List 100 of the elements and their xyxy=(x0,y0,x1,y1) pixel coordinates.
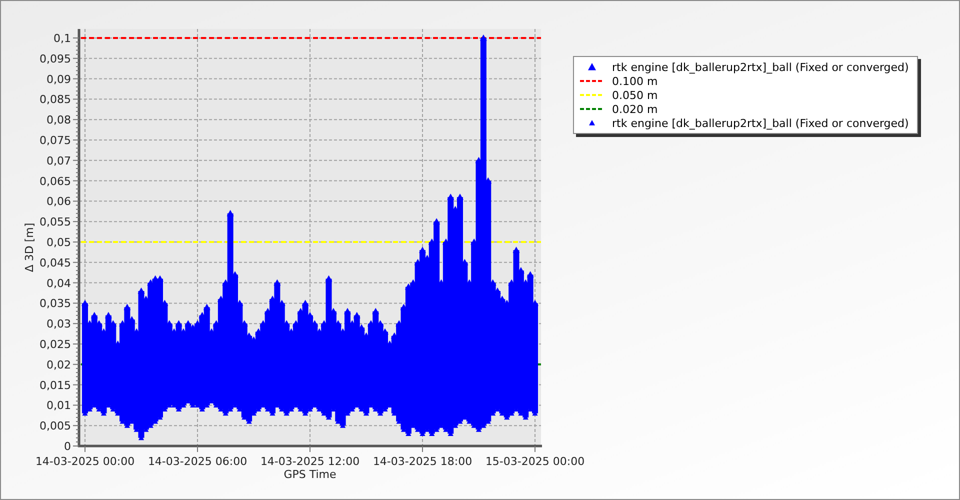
data-point xyxy=(382,328,388,335)
y-tick-label: 0,015 xyxy=(40,378,71,392)
data-point xyxy=(517,267,524,274)
x-tick-label: 14-03-2025 00:00 xyxy=(35,455,135,468)
data-point xyxy=(138,287,145,294)
data-point xyxy=(461,258,468,266)
data-point xyxy=(90,312,98,318)
x-tick-label: 14-03-2025 18:00 xyxy=(372,455,472,468)
y-axis-title: Δ 3D [m] xyxy=(23,222,36,272)
data-point xyxy=(325,275,332,282)
y-tick-label: 0,055 xyxy=(40,216,71,229)
data-point xyxy=(114,340,122,347)
data-point xyxy=(133,328,140,335)
data-point xyxy=(466,279,473,286)
data-point xyxy=(362,332,370,339)
data-point xyxy=(419,246,426,253)
data-point xyxy=(100,328,108,335)
data-point xyxy=(222,279,230,286)
data-point xyxy=(438,279,445,286)
data-point xyxy=(320,320,328,326)
data-point xyxy=(334,320,342,326)
legend-label: 0.050 m xyxy=(612,88,658,102)
x-tick-label: 14-03-2025 12:00 xyxy=(260,455,360,468)
data-point xyxy=(508,279,516,286)
y-tick-label: 0,04 xyxy=(46,276,71,290)
data-point xyxy=(134,426,140,432)
y-tick-label: 0 xyxy=(64,440,71,453)
data-point xyxy=(376,320,384,326)
y-tick-label: 0,06 xyxy=(46,195,71,208)
data-point xyxy=(110,320,117,326)
data-point xyxy=(480,34,487,41)
data-point xyxy=(433,218,440,224)
data-point xyxy=(180,328,187,335)
data-point xyxy=(475,156,482,164)
y-tick-label: 0,075 xyxy=(40,134,71,147)
y-tick-label: 0,1 xyxy=(54,32,71,45)
data-point xyxy=(138,435,144,440)
data-point xyxy=(212,320,220,326)
data-point xyxy=(522,279,530,286)
data-point xyxy=(526,271,534,278)
data-point xyxy=(353,312,360,318)
data-point xyxy=(260,320,267,326)
data-point xyxy=(161,300,168,306)
y-tick-label: 0,09 xyxy=(46,72,71,86)
data-point xyxy=(86,320,94,326)
data-point xyxy=(208,328,216,335)
data-point xyxy=(264,308,272,314)
y-tick-label: 0,065 xyxy=(40,174,71,188)
data-point xyxy=(344,308,351,314)
data-point xyxy=(358,324,366,330)
data-point xyxy=(442,238,450,245)
data-point xyxy=(396,320,403,326)
data-point xyxy=(372,308,380,314)
legend-label: rtk engine [dk_ballerup2rtx]_ball (Fixed or converged) xyxy=(612,60,909,74)
x-tick-label: 15-03-2025 00:00 xyxy=(485,455,585,468)
data-point xyxy=(297,308,304,314)
y-tick-label: 0,02 xyxy=(46,358,71,372)
y-tick-label: 0,08 xyxy=(46,114,71,127)
data-point xyxy=(306,312,314,318)
data-point xyxy=(240,320,248,326)
data-point xyxy=(124,304,131,310)
legend-label: 0.020 m xyxy=(612,102,658,116)
data-point xyxy=(269,296,276,302)
data-point xyxy=(424,254,431,262)
y-tick-label: 0,095 xyxy=(40,52,71,66)
data-point xyxy=(292,320,300,326)
data-point xyxy=(386,340,394,347)
data-point xyxy=(396,418,402,424)
data-point xyxy=(447,194,454,200)
y-tick-label: 0,05 xyxy=(46,236,71,249)
data-point xyxy=(428,238,436,245)
data-point xyxy=(414,258,422,266)
data-point xyxy=(367,320,374,326)
legend-label: 0.100 m xyxy=(612,74,658,88)
data-point xyxy=(392,410,398,416)
data-point xyxy=(236,300,244,306)
data-point xyxy=(470,238,478,245)
y-tick-label: 0,045 xyxy=(40,256,71,270)
data-point xyxy=(274,279,281,286)
legend-label: rtk engine [dk_ballerup2rtx]_ball (Fixed or converged) xyxy=(612,116,909,130)
data-point xyxy=(339,328,346,335)
y-tick-label: 0,005 xyxy=(40,420,71,433)
y-tick-label: 0,03 xyxy=(46,318,71,331)
data-point xyxy=(484,177,492,184)
data-point xyxy=(82,300,88,306)
data-point xyxy=(283,320,290,326)
data-point xyxy=(390,332,398,339)
data-point xyxy=(170,328,178,335)
y-tick-label: 0,01 xyxy=(46,399,71,412)
data-point xyxy=(142,296,150,302)
data-point xyxy=(278,300,286,306)
data-point xyxy=(330,406,336,412)
y-tick-label: 0,085 xyxy=(40,93,71,106)
data-point xyxy=(217,296,224,302)
x-axis-title: GPS Time xyxy=(284,468,336,481)
data-point xyxy=(311,320,318,326)
y-tick-label: 0,07 xyxy=(46,154,71,168)
data-point xyxy=(104,312,112,318)
data-point xyxy=(119,320,126,326)
data-point xyxy=(128,316,136,322)
